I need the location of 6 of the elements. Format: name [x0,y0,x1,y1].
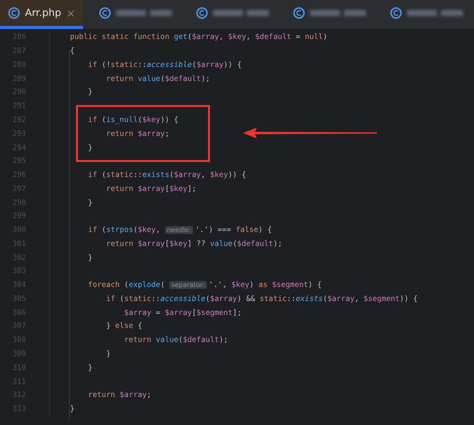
class-icon [196,7,208,19]
class-icon [390,7,402,19]
class-icon [293,7,306,19]
class-icon [8,7,20,19]
editor-tab[interactable]: Arr.php × [0,0,84,29]
class-icon [99,7,112,19]
